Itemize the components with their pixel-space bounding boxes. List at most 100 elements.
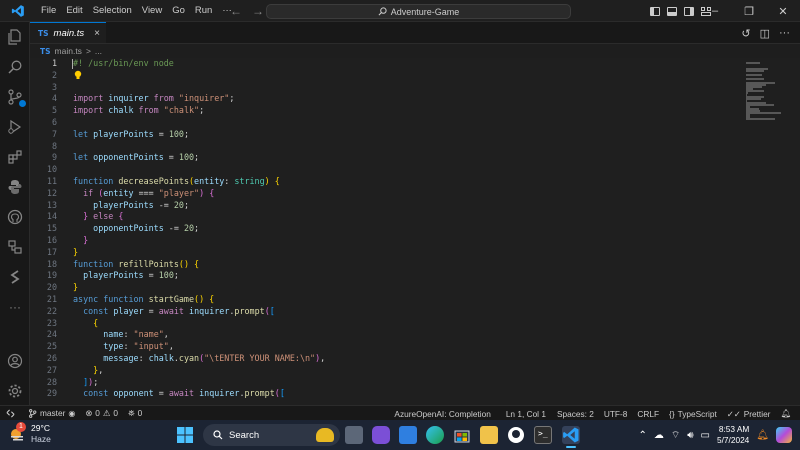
azure-icon[interactable]: [6, 268, 24, 286]
edge-browser-icon[interactable]: [426, 426, 444, 444]
editor-tabs: TS main.ts × ↺ ◫ ···: [30, 22, 800, 44]
menu-selection[interactable]: Selection: [88, 0, 137, 22]
python-icon[interactable]: [6, 178, 24, 196]
code-line: 10: [30, 164, 730, 176]
task-view-icon[interactable]: [345, 426, 363, 444]
settings-gear-icon[interactable]: [6, 382, 24, 400]
explorer-icon[interactable]: [6, 28, 24, 46]
code-token: "name": [133, 329, 164, 340]
error-icon: ⊗: [85, 408, 93, 418]
menu-edit[interactable]: Edit: [61, 0, 87, 22]
github-desktop-icon[interactable]: [507, 426, 525, 444]
start-windows-icon[interactable]: [176, 426, 194, 444]
wifi-icon[interactable]: ⌔: [671, 429, 680, 442]
completion-status[interactable]: AzureOpenAI: Completion: [389, 409, 500, 419]
forward-arrow-icon[interactable]: →: [252, 4, 264, 18]
line-number: 3: [51, 81, 57, 92]
code-line: 28 ]);: [30, 377, 730, 389]
toggle-primary-sidebar-icon[interactable]: [650, 6, 660, 16]
search-sidebar-icon[interactable]: [6, 58, 24, 76]
encoding[interactable]: UTF-8: [599, 409, 633, 419]
taskbar-search[interactable]: Search: [203, 424, 340, 446]
tab-close-icon[interactable]: ×: [94, 28, 100, 39]
weather-widget[interactable]: 1 29°C Haze: [8, 422, 51, 445]
branch-indicator[interactable]: master ◉: [23, 408, 80, 418]
ports-indicator[interactable]: ⛯ 0: [123, 408, 147, 419]
minimap-line: [746, 98, 761, 100]
timeline-history-icon[interactable]: ↺: [741, 27, 750, 40]
menu-go[interactable]: Go: [167, 0, 190, 22]
onedrive-cloud-icon[interactable]: ☁: [654, 430, 664, 441]
notifications-bell-icon[interactable]: 🔔︎: [775, 408, 796, 419]
close-window-icon[interactable]: ✕: [766, 5, 800, 18]
run-debug-icon[interactable]: [6, 118, 24, 136]
vscode-taskbar-icon[interactable]: [562, 426, 580, 448]
teams-meet-icon[interactable]: [372, 426, 390, 444]
copilot-icon[interactable]: [776, 427, 792, 443]
search-label: Search: [229, 429, 260, 441]
menu-file[interactable]: File: [36, 0, 61, 22]
terminal-icon[interactable]: >_: [534, 426, 552, 444]
menu-run[interactable]: Run: [190, 0, 217, 22]
restore-icon[interactable]: ❐: [732, 5, 766, 18]
line-code: #! /usr/bin/env node: [73, 58, 174, 70]
store-icon[interactable]: [453, 426, 471, 444]
line-number: 13: [46, 199, 57, 210]
line-ending[interactable]: CRLF: [632, 409, 664, 419]
minimize-icon[interactable]: –: [698, 5, 732, 17]
code-token: await: [158, 305, 190, 316]
toggle-secondary-sidebar-icon[interactable]: [684, 6, 694, 16]
line-code: name: "name",: [73, 329, 169, 341]
minimap-line: [746, 78, 764, 80]
indentation[interactable]: Spaces: 2: [552, 409, 599, 419]
vscode-logo-icon: [0, 0, 36, 22]
lightbulb-icon[interactable]: [73, 70, 83, 80]
cursor-position[interactable]: Ln 1, Col 1: [501, 409, 552, 419]
menu-view[interactable]: View: [137, 0, 167, 22]
volume-icon[interactable]: 🔊︎: [687, 430, 693, 441]
clock[interactable]: 8:53 AM 5/7/2024: [717, 424, 749, 446]
show-hidden-icons-chevron-icon[interactable]: ⌃: [638, 430, 646, 441]
line-code: }: [73, 235, 88, 247]
remote-explorer-icon[interactable]: [6, 238, 24, 256]
split-editor-icon[interactable]: ◫: [760, 27, 770, 40]
code-token: playerPoints: [93, 128, 154, 139]
breadcrumb-file[interactable]: main.ts: [55, 46, 82, 56]
source-control-icon[interactable]: [6, 88, 26, 107]
notification-bell-icon[interactable]: 🔔︎: [756, 430, 769, 441]
prettier-status[interactable]: ✓✓ Prettier: [722, 409, 776, 419]
code-token: decreasePoints: [118, 176, 189, 186]
back-arrow-icon[interactable]: ←: [230, 4, 242, 18]
minimap[interactable]: [740, 58, 800, 405]
line-number: 2: [51, 69, 57, 80]
file-explorer-icon[interactable]: [480, 426, 498, 444]
command-center[interactable]: Adventure-Game: [266, 4, 571, 19]
extensions-icon[interactable]: [6, 148, 24, 166]
remote-indicator[interactable]: [0, 409, 23, 418]
tab-main-ts[interactable]: TS main.ts ×: [30, 22, 106, 43]
github-icon[interactable]: [6, 208, 24, 226]
line-number: 14: [46, 211, 57, 222]
line-code: }: [73, 282, 78, 294]
typescript-file-icon: TS: [38, 28, 49, 38]
battery-icon[interactable]: ▭: [701, 430, 710, 441]
breadcrumb-tail[interactable]: ...: [95, 46, 102, 56]
toggle-panel-icon[interactable]: [667, 6, 677, 16]
account-icon[interactable]: [6, 352, 24, 370]
code-editor[interactable]: 1 #! /usr/bin/env node 2 3 4 import inquirer …: [30, 58, 740, 405]
clock-time: 8:53 AM: [718, 424, 750, 434]
error-count: 0: [95, 408, 100, 418]
language-mode[interactable]: {} TypeScript: [664, 409, 722, 419]
problems-indicator[interactable]: ⊗ 0 ⚠ 0: [80, 408, 123, 418]
ports-icon: ⛯: [128, 407, 135, 418]
mail-icon[interactable]: [399, 426, 417, 444]
editor-more-icon[interactable]: ···: [779, 27, 790, 39]
code-token: const: [83, 388, 114, 399]
more-views-icon[interactable]: ···: [6, 298, 24, 316]
code-line: 27 },: [30, 365, 730, 377]
